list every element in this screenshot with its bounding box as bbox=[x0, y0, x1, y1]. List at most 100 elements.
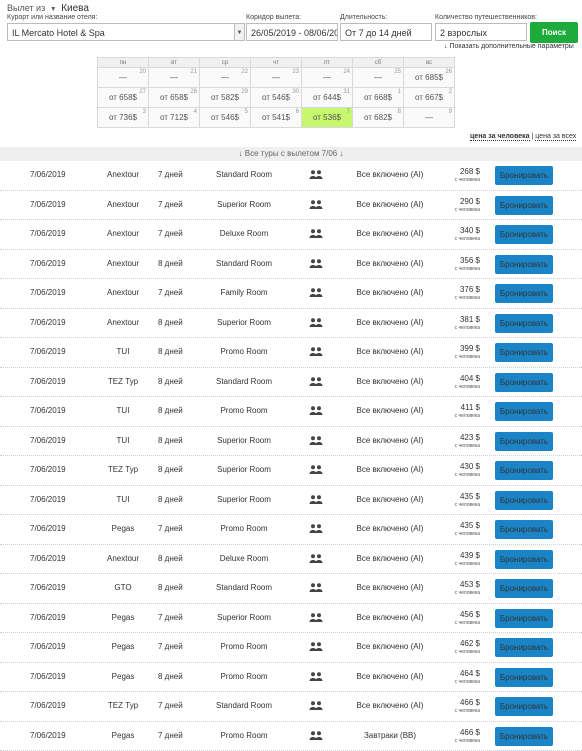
book-button[interactable]: Бронировать bbox=[495, 225, 553, 244]
departure-selector[interactable]: Вылет из ▼ Киева bbox=[7, 3, 89, 14]
calendar-day-price: — bbox=[119, 73, 127, 82]
price-per-person-option[interactable]: цена за человека bbox=[470, 133, 530, 141]
book-button[interactable]: Бронировать bbox=[495, 491, 553, 510]
tour-room: Promo Room bbox=[204, 663, 284, 691]
tour-price: 462 $с человека bbox=[440, 633, 480, 657]
tour-price: 464 $с человека bbox=[440, 663, 480, 687]
calendar-day[interactable]: 2 от 667$ bbox=[404, 88, 455, 108]
departure-city[interactable]: Киева bbox=[61, 3, 89, 14]
calendar-day[interactable]: 24— bbox=[302, 68, 353, 88]
tour-meal: Все включено (AI) bbox=[340, 397, 440, 425]
calendar-day-number: 29 bbox=[241, 89, 248, 95]
calendar-day[interactable]: 30от 546$ bbox=[251, 88, 302, 108]
book-button[interactable]: Бронировать bbox=[495, 373, 553, 392]
tour-price-value: 340 $ bbox=[440, 226, 480, 235]
tour-duration: 7 дней bbox=[158, 191, 183, 219]
calendar-day[interactable]: 26от 685$ bbox=[404, 68, 455, 88]
calendar-day-price: — bbox=[425, 113, 433, 122]
calendar-day[interactable]: 27от 658$ bbox=[98, 88, 149, 108]
advanced-params-link[interactable]: ↓ Показать дополнительные параметры bbox=[444, 43, 574, 50]
weekday-header: пн bbox=[98, 58, 149, 68]
tour-meal: Все включено (AI) bbox=[340, 279, 440, 307]
calendar-day[interactable]: 22— bbox=[200, 68, 251, 88]
calendar-day-number: 1 bbox=[398, 89, 401, 95]
calendar-day[interactable]: 7от 536$ bbox=[302, 108, 353, 128]
book-button[interactable]: Бронировать bbox=[495, 166, 553, 185]
tour-duration: 8 дней bbox=[158, 250, 183, 278]
tour-duration: 7 дней bbox=[158, 692, 183, 720]
book-button[interactable]: Бронировать bbox=[495, 402, 553, 421]
calendar-day[interactable]: 3от 736$ bbox=[98, 108, 149, 128]
book-button[interactable]: Бронировать bbox=[495, 609, 553, 628]
people-icon bbox=[309, 663, 323, 691]
book-button[interactable]: Бронировать bbox=[495, 432, 553, 451]
people-icon bbox=[309, 633, 323, 661]
hotel-input[interactable]: IL Mercato Hotel & Spa ▼ bbox=[7, 23, 245, 41]
search-button[interactable]: Поиск bbox=[530, 22, 578, 43]
tour-room: Standard Room bbox=[204, 692, 284, 720]
book-button[interactable]: Бронировать bbox=[495, 343, 553, 362]
all-tours-header[interactable]: ↓ Все туры с вылетом 7/06 ↓ bbox=[0, 147, 582, 161]
tour-price-value: 268 $ bbox=[440, 167, 480, 176]
calendar-day[interactable]: 1от 668$ bbox=[353, 88, 404, 108]
calendar-day[interactable]: 29от 582$ bbox=[200, 88, 251, 108]
calendar-day[interactable]: 4от 712$ bbox=[149, 108, 200, 128]
calendar-day-number: 21 bbox=[190, 69, 197, 75]
tour-operator: Pegas bbox=[90, 663, 156, 691]
calendar-day-number: 5 bbox=[245, 109, 248, 115]
calendar-day-price: от 658$ bbox=[160, 93, 188, 102]
dates-input[interactable]: 26/05/2019 - 08/06/2019 bbox=[246, 23, 338, 41]
tour-operator: TUI bbox=[90, 397, 156, 425]
tour-duration: 7 дней bbox=[158, 604, 183, 632]
travelers-select[interactable]: 2 взрослых bbox=[435, 23, 527, 41]
tour-room: Standard Room bbox=[204, 574, 284, 602]
tour-duration: 8 дней bbox=[158, 663, 183, 691]
tour-operator: Pegas bbox=[90, 722, 156, 750]
book-button[interactable]: Бронировать bbox=[495, 461, 553, 480]
calendar-day[interactable]: 5от 546$ bbox=[200, 108, 251, 128]
calendar-day-number: 7 bbox=[347, 109, 350, 115]
book-button[interactable]: Бронировать bbox=[495, 638, 553, 657]
calendar-day[interactable]: 8от 682$ bbox=[353, 108, 404, 128]
calendar-day[interactable]: 21— bbox=[149, 68, 200, 88]
people-icon bbox=[309, 692, 323, 720]
tours-list: 7/06/2019Anextour7 днейStandard RoomВсе … bbox=[0, 161, 582, 751]
tour-duration: 8 дней bbox=[158, 545, 183, 573]
calendar-day[interactable]: 31от 644$ bbox=[302, 88, 353, 108]
calendar-day[interactable]: 20— bbox=[98, 68, 149, 88]
book-button[interactable]: Бронировать bbox=[495, 550, 553, 569]
tour-meal: Все включено (AI) bbox=[340, 338, 440, 366]
book-button[interactable]: Бронировать bbox=[495, 284, 553, 303]
chevron-down-icon[interactable]: ▼ bbox=[234, 24, 244, 40]
book-button[interactable]: Бронировать bbox=[495, 727, 553, 746]
book-button[interactable]: Бронировать bbox=[495, 697, 553, 716]
tour-price: 399 $с человека bbox=[440, 338, 480, 362]
duration-select[interactable]: От 7 до 14 дней bbox=[340, 23, 432, 41]
calendar-day-price: — bbox=[272, 73, 280, 82]
people-icon bbox=[309, 486, 323, 514]
people-icon bbox=[309, 220, 323, 248]
calendar-day-number: 2 bbox=[449, 89, 452, 95]
calendar-day[interactable]: 6от 541$ bbox=[251, 108, 302, 128]
book-button[interactable]: Бронировать bbox=[495, 255, 553, 274]
people-icon bbox=[309, 161, 323, 189]
book-button[interactable]: Бронировать bbox=[495, 314, 553, 333]
calendar-day-price: — bbox=[323, 73, 331, 82]
tour-meal: Все включено (AI) bbox=[340, 692, 440, 720]
calendar-day-price: от 685$ bbox=[415, 73, 443, 82]
calendar-day[interactable]: 28от 658$ bbox=[149, 88, 200, 108]
calendar-day[interactable]: 9— bbox=[404, 108, 455, 128]
book-button[interactable]: Бронировать bbox=[495, 668, 553, 687]
tour-operator: Pegas bbox=[90, 515, 156, 543]
weekday-header: чт bbox=[251, 58, 302, 68]
tour-operator: TEZ Тур bbox=[90, 456, 156, 484]
calendar-day[interactable]: 25— bbox=[353, 68, 404, 88]
price-total-option[interactable]: цена за всех bbox=[535, 133, 576, 141]
book-button[interactable]: Бронировать bbox=[495, 579, 553, 598]
tour-operator: Pegas bbox=[90, 604, 156, 632]
calendar-day-price: от 667$ bbox=[415, 93, 443, 102]
book-button[interactable]: Бронировать bbox=[495, 196, 553, 215]
calendar-day[interactable]: 23— bbox=[251, 68, 302, 88]
travelers-label: Количество путешественников: bbox=[435, 14, 537, 21]
book-button[interactable]: Бронировать bbox=[495, 520, 553, 539]
